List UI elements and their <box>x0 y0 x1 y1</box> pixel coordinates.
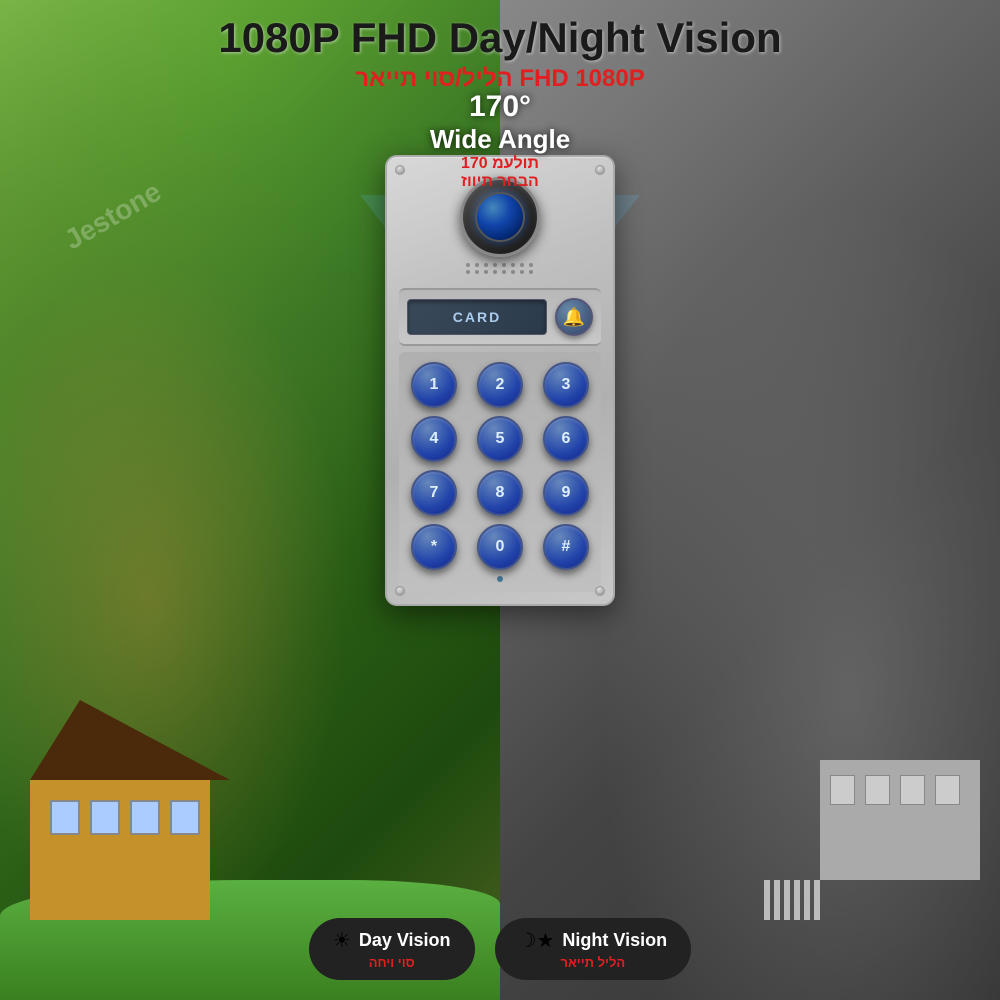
sun-icon: ☀ <box>333 928 351 953</box>
key-7[interactable]: 7 <box>411 470 457 516</box>
key-4[interactable]: 4 <box>411 416 457 462</box>
badge-night-top: ☽★ Night Vision <box>519 928 668 953</box>
key-1[interactable]: 1 <box>411 362 457 408</box>
dot <box>520 263 524 267</box>
key-3[interactable]: 3 <box>543 362 589 408</box>
dot <box>529 270 533 274</box>
dot <box>475 270 479 274</box>
wide-angle-label: Wide Angle <box>430 124 570 155</box>
window <box>865 775 890 805</box>
speaker-dots <box>466 263 535 274</box>
indicator-dot <box>497 576 503 582</box>
badge-day-label: Day Vision <box>359 930 451 951</box>
dot <box>484 270 488 274</box>
key-*[interactable]: * <box>411 524 457 570</box>
badge-night-hebrew: הליל תייאר <box>560 955 625 970</box>
fence-post <box>784 880 790 920</box>
title-hebrew: הליל/סוי תייאר FHD 1080P <box>0 65 1000 93</box>
window <box>90 800 120 835</box>
fence-post <box>774 880 780 920</box>
roof-left <box>30 700 230 780</box>
camera-lens <box>475 192 525 242</box>
wide-angle-hebrew2: הבחר תיווז <box>430 173 570 191</box>
screw-top-right <box>595 165 605 175</box>
dot <box>484 263 488 267</box>
degrees-label: 170° <box>430 90 570 124</box>
dot <box>475 263 479 267</box>
key-2[interactable]: 2 <box>477 362 523 408</box>
window <box>935 775 960 805</box>
card-reader[interactable]: CARD <box>407 299 547 335</box>
key-8[interactable]: 8 <box>477 470 523 516</box>
dot <box>502 263 506 267</box>
dot <box>466 263 470 267</box>
moon-star-icon: ☽★ <box>519 928 555 953</box>
fence-post <box>794 880 800 920</box>
window <box>830 775 855 805</box>
bottom-badges: ☀ Day Vision סוי ויחה ☽★ Night Vision הל… <box>0 918 1000 980</box>
key-0[interactable]: 0 <box>477 524 523 570</box>
key-6[interactable]: 6 <box>543 416 589 462</box>
dot <box>520 270 524 274</box>
dot <box>511 263 515 267</box>
screw-top-left <box>395 165 405 175</box>
dot <box>493 270 497 274</box>
window <box>900 775 925 805</box>
screw-bottom-left <box>395 586 405 596</box>
device-panel: CARD 🔔 123 456 789 * 0 # <box>385 155 615 606</box>
fence <box>764 880 820 920</box>
fence-post <box>814 880 820 920</box>
dot <box>466 270 470 274</box>
key-5[interactable]: 5 <box>477 416 523 462</box>
badge-night: ☽★ Night Vision הליל תייאר <box>495 918 692 980</box>
screw-bottom-right <box>595 586 605 596</box>
badge-day-top: ☀ Day Vision <box>333 928 451 953</box>
header: 1080P FHD Day/Night Vision הליל/סוי תייא… <box>0 15 1000 93</box>
badge-day: ☀ Day Vision סוי ויחה <box>309 918 475 980</box>
keypad-grid: 123 456 789 * 0 # <box>405 362 595 570</box>
key-9[interactable]: 9 <box>543 470 589 516</box>
dot <box>502 270 506 274</box>
building-left <box>30 700 230 900</box>
fence-post <box>764 880 770 920</box>
card-label: CARD <box>453 309 501 325</box>
key-#[interactable]: # <box>543 524 589 570</box>
title-main: 1080P FHD Day/Night Vision <box>0 15 1000 61</box>
body-left <box>30 780 210 920</box>
card-section: CARD 🔔 <box>399 288 601 346</box>
bell-button[interactable]: 🔔 <box>555 298 593 336</box>
dot <box>493 263 497 267</box>
dot <box>511 270 515 274</box>
keypad-section: 123 456 789 * 0 # <box>399 352 601 592</box>
badge-day-hebrew: סוי ויחה <box>369 955 415 970</box>
badge-night-label: Night Vision <box>562 930 667 951</box>
wide-angle-overlay: 170° Wide Angle תולעמ 170 הבחר תיווז <box>430 90 570 191</box>
fence-post <box>804 880 810 920</box>
app: Jestone 1080P FHD Day/Night Vision הליל/… <box>0 0 1000 1000</box>
wide-angle-hebrew1: תולעמ 170 <box>430 155 570 173</box>
window <box>50 800 80 835</box>
window <box>170 800 200 835</box>
window <box>130 800 160 835</box>
dot <box>529 263 533 267</box>
body-right <box>820 760 980 880</box>
device-container: CARD 🔔 123 456 789 * 0 # <box>385 155 615 606</box>
bell-icon: 🔔 <box>563 307 585 328</box>
building-right <box>820 760 980 920</box>
